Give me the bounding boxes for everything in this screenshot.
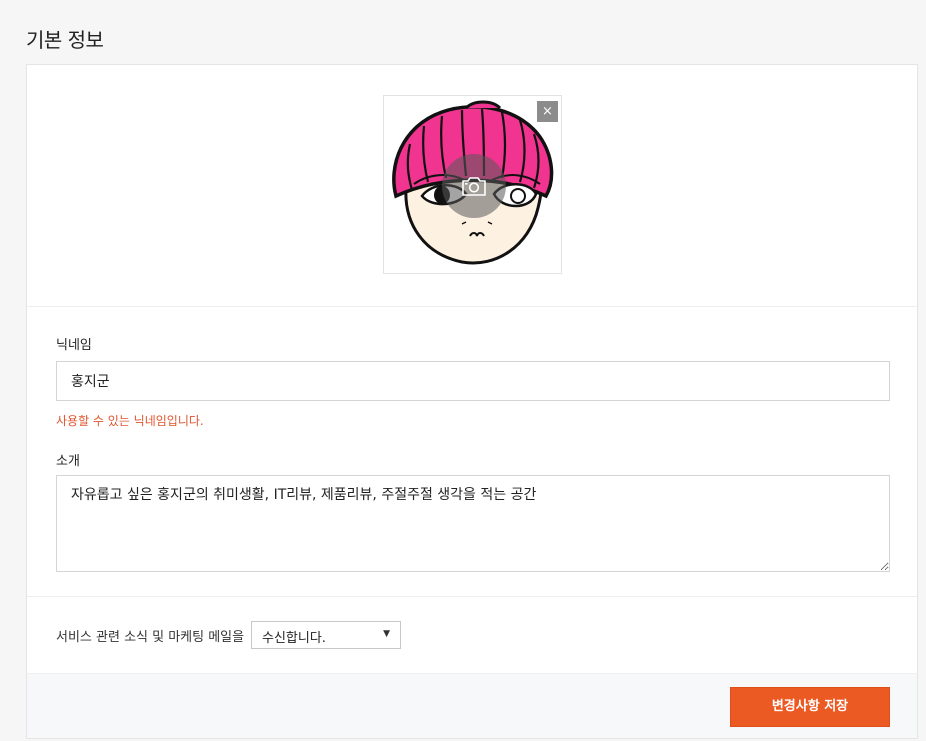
- profile-image[interactable]: ×: [383, 95, 562, 274]
- nickname-input[interactable]: [56, 361, 890, 401]
- nickname-label: 닉네임: [56, 338, 92, 353]
- nickname-helper-text: 사용할 수 있는 닉네임입니다.: [56, 414, 204, 428]
- profile-form: 닉네임 사용할 수 있는 닉네임입니다. 소개 자유롭고 싶은 홍지군의 취미생…: [27, 306, 917, 597]
- form-footer: 변경사항 저장: [27, 673, 917, 738]
- page-title: 기본 정보: [26, 28, 104, 52]
- marketing-consent-selected: 수신합니다.: [262, 631, 326, 646]
- profile-image-section: ×: [27, 65, 917, 307]
- caret-down-icon: ▼: [383, 629, 390, 639]
- settings-card: × 닉네임 사용할 수 있는 닉네임입니다. 소개 자유롭고 싶은 홍지군의 취…: [26, 64, 918, 739]
- upload-photo-button[interactable]: [442, 154, 506, 218]
- camera-icon: [462, 177, 486, 196]
- close-icon: ×: [542, 104, 553, 119]
- intro-textarea[interactable]: 자유롭고 싶은 홍지군의 취미생활, IT리뷰, 제품리뷰, 주절주절 생각을 …: [56, 475, 890, 572]
- intro-label: 소개: [56, 454, 80, 469]
- marketing-consent-section: 서비스 관련 소식 및 마케팅 메일을 수신합니다. ▼: [27, 597, 917, 673]
- marketing-consent-label: 서비스 관련 소식 및 마케팅 메일을: [56, 630, 245, 645]
- remove-image-button[interactable]: ×: [537, 101, 558, 122]
- save-changes-button[interactable]: 변경사항 저장: [730, 687, 890, 727]
- marketing-consent-select[interactable]: 수신합니다. ▼: [251, 621, 401, 649]
